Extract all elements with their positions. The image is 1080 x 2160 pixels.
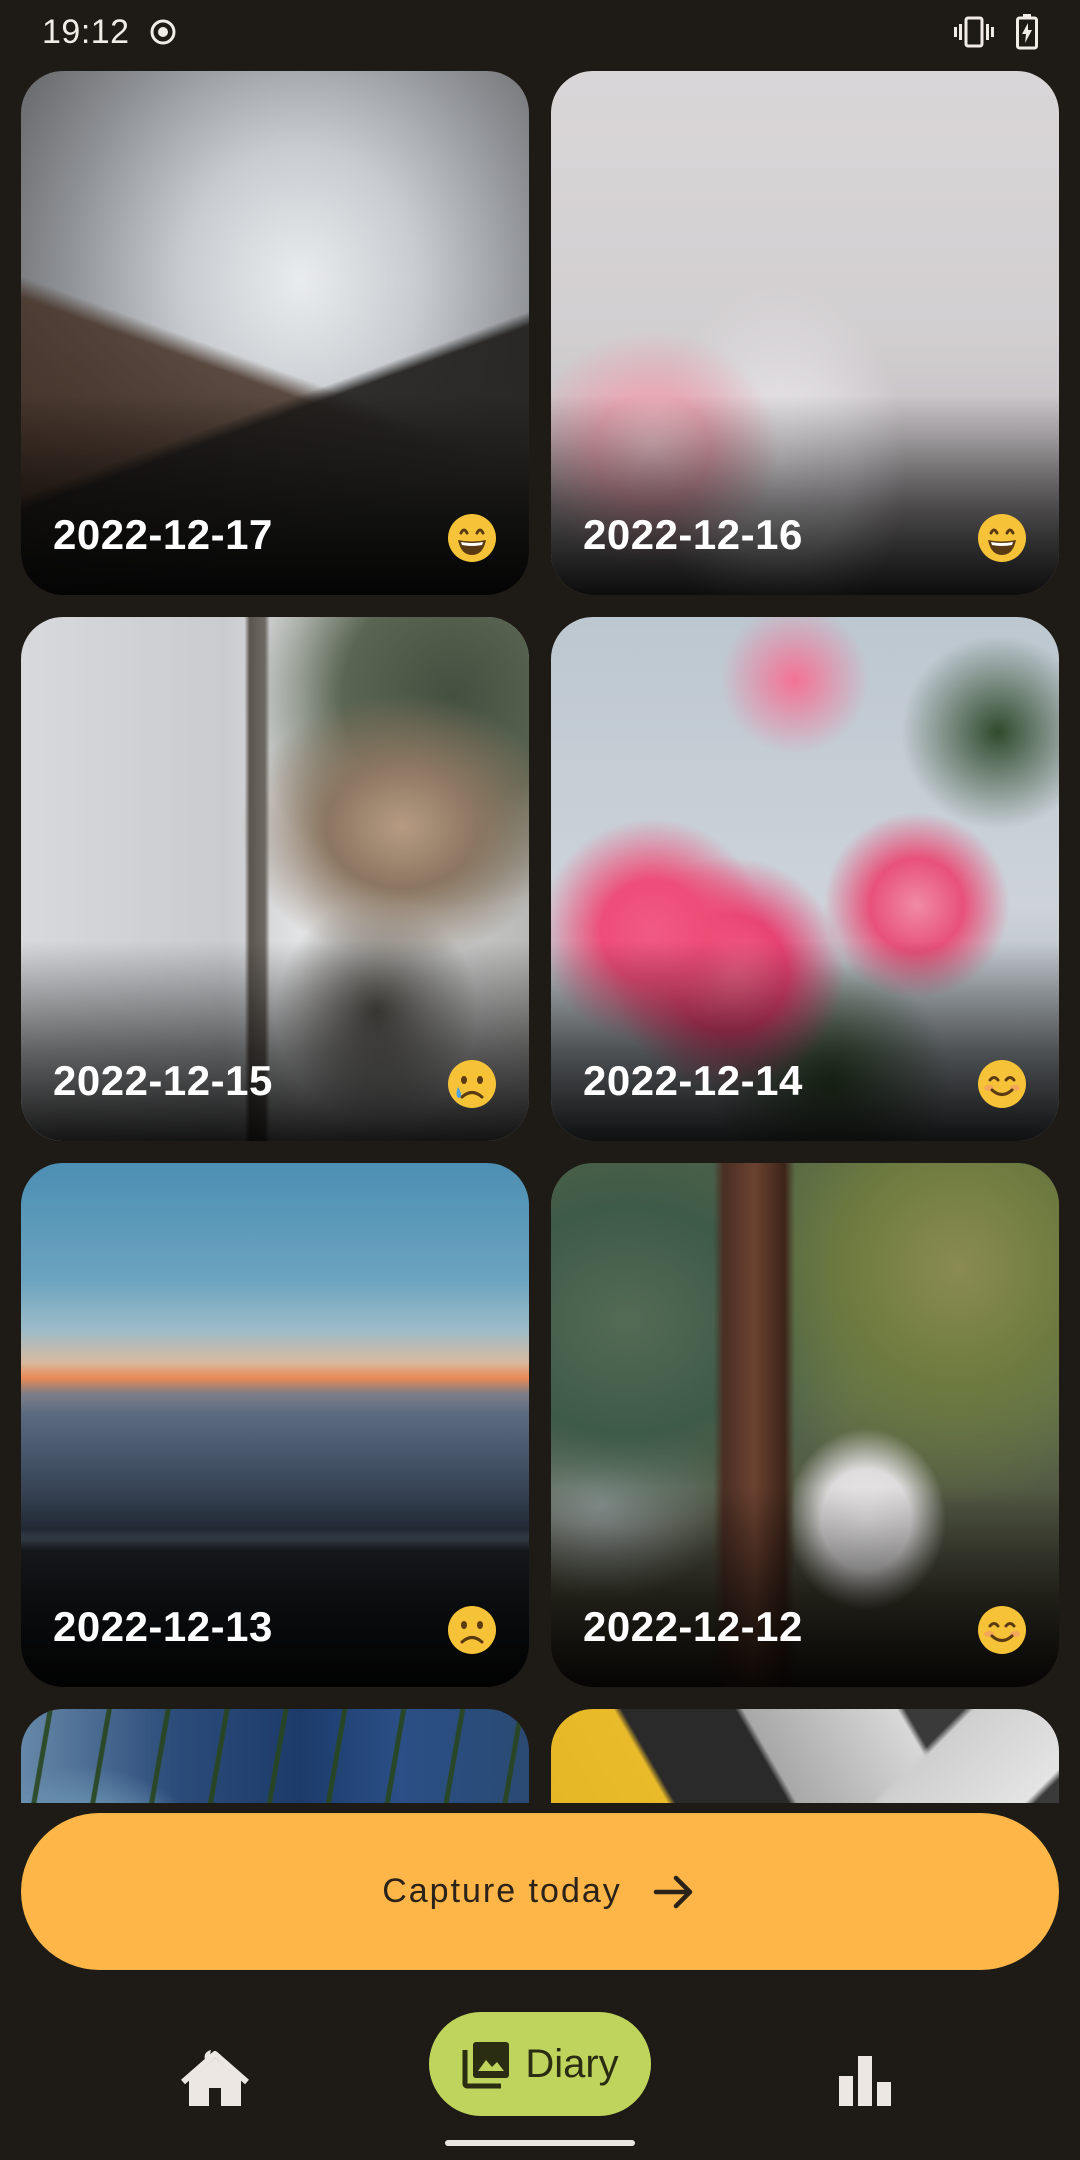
status-bar: 19:12: [0, 0, 1080, 64]
bottom-navigation: Diary: [0, 2000, 1080, 2160]
entry-date: 2022-12-14: [583, 1057, 803, 1104]
grinning-emoji-icon: [448, 514, 496, 562]
diary-entry-card[interactable]: [551, 1709, 1059, 1803]
battery-charging-icon: [1016, 14, 1038, 50]
entry-date: 2022-12-16: [583, 511, 803, 558]
diary-entry-card[interactable]: [21, 1709, 529, 1803]
entry-date: 2022-12-15: [53, 1057, 273, 1104]
crying-emoji-icon: [448, 1060, 496, 1108]
nav-diary-button[interactable]: Diary: [429, 2012, 651, 2116]
entry-date: 2022-12-13: [53, 1603, 273, 1650]
entry-photo: [551, 1709, 1059, 1803]
bar-chart-icon: [839, 2056, 891, 2106]
grinning-emoji-icon: [978, 514, 1026, 562]
nav-home-button[interactable]: [175, 2040, 255, 2120]
smiling-emoji-icon: [978, 1606, 1026, 1654]
capture-today-label: Capture today: [382, 1872, 622, 1910]
frowning-emoji-icon: [448, 1606, 496, 1654]
diary-entry-card[interactable]: 2022-12-12: [551, 1163, 1059, 1687]
status-time: 19:12: [42, 12, 130, 51]
diary-entry-card[interactable]: 2022-12-16: [551, 71, 1059, 595]
entry-date: 2022-12-17: [53, 511, 273, 558]
vibrate-icon: [954, 16, 994, 48]
diary-entry-card[interactable]: 2022-12-17: [21, 71, 529, 595]
gesture-home-indicator[interactable]: [445, 2140, 635, 2146]
entry-date: 2022-12-12: [583, 1603, 803, 1650]
diary-entry-card[interactable]: 2022-12-14: [551, 617, 1059, 1141]
capture-today-button[interactable]: Capture today: [21, 1813, 1059, 1970]
nav-diary-label: Diary: [525, 2041, 619, 2086]
smiling-emoji-icon: [978, 1060, 1026, 1108]
diary-grid: 2022-12-17 2022-12-16 2022-12-15 2022-12…: [21, 71, 1059, 1803]
nav-stats-button[interactable]: [825, 2040, 905, 2120]
home-icon: [181, 2050, 249, 2106]
record-icon: [148, 17, 178, 47]
diary-screen: 19:12 2022-12-17 2022-12-16 2022-12-15 2…: [0, 0, 1080, 2160]
entry-photo: [21, 1709, 529, 1803]
diary-entry-card[interactable]: 2022-12-13: [21, 1163, 529, 1687]
diary-entry-card[interactable]: 2022-12-15: [21, 617, 529, 1141]
photo-library-icon: [462, 2042, 510, 2089]
arrow-right-icon: [653, 1875, 693, 1908]
